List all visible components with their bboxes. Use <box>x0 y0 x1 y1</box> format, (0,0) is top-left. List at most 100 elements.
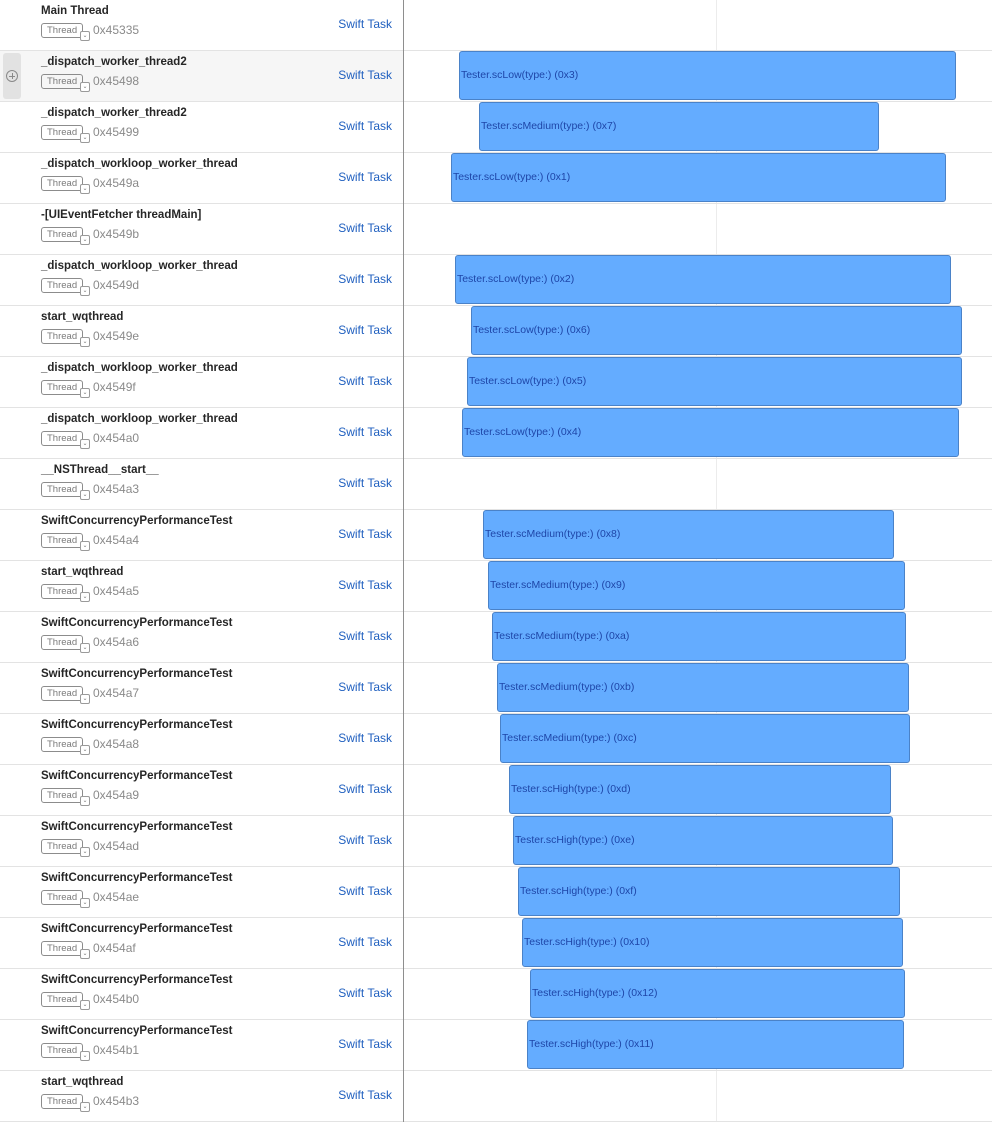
task-interval-bar[interactable]: Tester.scHigh(type:) (0x11) <box>527 1020 904 1069</box>
swift-task-link[interactable]: Swift Task <box>338 527 392 541</box>
thread-type-badge[interactable]: Thread <box>41 839 84 854</box>
swift-task-link[interactable]: Swift Task <box>338 221 392 235</box>
swift-task-link[interactable]: Swift Task <box>338 1037 392 1051</box>
thread-row[interactable]: SwiftConcurrencyPerformanceTest Thread ⌄… <box>0 867 992 918</box>
task-interval-bar[interactable]: Tester.scLow(type:) (0x6) <box>470 306 962 355</box>
chevron-down-icon[interactable]: ⌄ <box>80 235 90 245</box>
task-interval-bar[interactable]: Tester.scHigh(type:) (0x12) <box>530 969 905 1018</box>
thread-row[interactable]: -[UIEventFetcher threadMain] Thread ⌄ 0x… <box>0 204 992 255</box>
thread-row[interactable]: start_wqthread Thread ⌄ 0x454a5 Swift Ta… <box>0 561 992 612</box>
chevron-down-icon[interactable]: ⌄ <box>80 184 90 194</box>
chevron-down-icon[interactable]: ⌄ <box>80 949 90 959</box>
chevron-down-icon[interactable]: ⌄ <box>80 694 90 704</box>
thread-row[interactable]: SwiftConcurrencyPerformanceTest Thread ⌄… <box>0 1020 992 1071</box>
chevron-down-icon[interactable]: ⌄ <box>80 82 90 92</box>
swift-task-link[interactable]: Swift Task <box>338 629 392 643</box>
swift-task-link[interactable]: Swift Task <box>338 119 392 133</box>
swift-task-link[interactable]: Swift Task <box>338 986 392 1000</box>
thread-type-badge[interactable]: Thread <box>41 533 84 548</box>
thread-row[interactable]: _dispatch_workloop_worker_thread Thread … <box>0 357 992 408</box>
thread-row[interactable]: _dispatch_workloop_worker_thread Thread … <box>0 153 992 204</box>
swift-task-link[interactable]: Swift Task <box>338 476 392 490</box>
thread-row[interactable]: SwiftConcurrencyPerformanceTest Thread ⌄… <box>0 714 992 765</box>
swift-task-link[interactable]: Swift Task <box>338 17 392 31</box>
swift-task-link[interactable]: Swift Task <box>338 833 392 847</box>
thread-type-badge[interactable]: Thread <box>41 23 84 38</box>
task-interval-bar[interactable]: Tester.scHigh(type:) (0xf) <box>518 867 900 916</box>
task-interval-bar[interactable]: Tester.scMedium(type:) (0xb) <box>497 663 909 712</box>
add-track-button[interactable] <box>3 53 21 99</box>
task-interval-bar[interactable]: Tester.scMedium(type:) (0x7) <box>479 102 879 151</box>
thread-type-badge[interactable]: Thread <box>41 482 84 497</box>
thread-type-badge[interactable]: Thread <box>41 584 84 599</box>
thread-type-badge[interactable]: Thread <box>41 788 84 803</box>
thread-row[interactable]: SwiftConcurrencyPerformanceTest Thread ⌄… <box>0 510 992 561</box>
swift-task-link[interactable]: Swift Task <box>338 884 392 898</box>
task-interval-bar[interactable]: Tester.scMedium(type:) (0xc) <box>500 714 910 763</box>
thread-row[interactable]: _dispatch_worker_thread2 Thread ⌄ 0x4549… <box>0 51 992 102</box>
thread-type-badge[interactable]: Thread <box>41 176 84 191</box>
chevron-down-icon[interactable]: ⌄ <box>80 898 90 908</box>
task-interval-bar[interactable]: Tester.scHigh(type:) (0xd) <box>509 765 891 814</box>
thread-type-badge[interactable]: Thread <box>41 1043 84 1058</box>
chevron-down-icon[interactable]: ⌄ <box>80 1051 90 1061</box>
chevron-down-icon[interactable]: ⌄ <box>80 643 90 653</box>
task-interval-bar[interactable]: Tester.scMedium(type:) (0x9) <box>488 561 905 610</box>
thread-type-badge[interactable]: Thread <box>41 125 84 140</box>
thread-type-badge[interactable]: Thread <box>41 941 84 956</box>
swift-task-link[interactable]: Swift Task <box>338 170 392 184</box>
thread-row[interactable]: SwiftConcurrencyPerformanceTest Thread ⌄… <box>0 612 992 663</box>
thread-row[interactable]: Main Thread Thread ⌄ 0x45335 Swift Task <box>0 0 992 51</box>
pane-divider[interactable] <box>403 0 404 1122</box>
task-interval-bar[interactable]: Tester.scHigh(type:) (0x10) <box>522 918 903 967</box>
chevron-down-icon[interactable]: ⌄ <box>80 1102 90 1112</box>
thread-type-badge[interactable]: Thread <box>41 74 84 89</box>
chevron-down-icon[interactable]: ⌄ <box>80 133 90 143</box>
chevron-down-icon[interactable]: ⌄ <box>80 286 90 296</box>
chevron-down-icon[interactable]: ⌄ <box>80 1000 90 1010</box>
thread-type-badge[interactable]: Thread <box>41 686 84 701</box>
swift-task-link[interactable]: Swift Task <box>338 374 392 388</box>
thread-type-badge[interactable]: Thread <box>41 278 84 293</box>
task-interval-bar[interactable]: Tester.scLow(type:) (0x3) <box>458 51 957 100</box>
thread-type-badge[interactable]: Thread <box>41 737 84 752</box>
thread-type-badge[interactable]: Thread <box>41 1094 84 1109</box>
swift-task-link[interactable]: Swift Task <box>338 782 392 796</box>
chevron-down-icon[interactable]: ⌄ <box>80 847 90 857</box>
chevron-down-icon[interactable]: ⌄ <box>80 745 90 755</box>
thread-type-badge[interactable]: Thread <box>41 380 84 395</box>
thread-row[interactable]: _dispatch_worker_thread2 Thread ⌄ 0x4549… <box>0 102 992 153</box>
thread-row[interactable]: SwiftConcurrencyPerformanceTest Thread ⌄… <box>0 663 992 714</box>
task-interval-bar[interactable]: Tester.scLow(type:) (0x4) <box>461 408 959 457</box>
swift-task-link[interactable]: Swift Task <box>338 935 392 949</box>
thread-row[interactable]: start_wqthread Thread ⌄ 0x4549e Swift Ta… <box>0 306 992 357</box>
swift-task-link[interactable]: Swift Task <box>338 578 392 592</box>
thread-row[interactable]: start_wqthread Thread ⌄ 0x454b3 Swift Ta… <box>0 1071 992 1122</box>
thread-row[interactable]: __NSThread__start__ Thread ⌄ 0x454a3 Swi… <box>0 459 992 510</box>
chevron-down-icon[interactable]: ⌄ <box>80 439 90 449</box>
thread-type-badge[interactable]: Thread <box>41 890 84 905</box>
thread-row[interactable]: SwiftConcurrencyPerformanceTest Thread ⌄… <box>0 816 992 867</box>
task-interval-bar[interactable]: Tester.scMedium(type:) (0x8) <box>483 510 894 559</box>
chevron-down-icon[interactable]: ⌄ <box>80 31 90 41</box>
thread-type-badge[interactable]: Thread <box>41 635 84 650</box>
task-interval-bar[interactable]: Tester.scLow(type:) (0x2) <box>454 255 951 304</box>
task-interval-bar[interactable]: Tester.scLow(type:) (0x1) <box>450 153 946 202</box>
thread-row[interactable]: SwiftConcurrencyPerformanceTest Thread ⌄… <box>0 969 992 1020</box>
task-interval-bar[interactable]: Tester.scLow(type:) (0x5) <box>466 357 962 406</box>
chevron-down-icon[interactable]: ⌄ <box>80 592 90 602</box>
thread-type-badge[interactable]: Thread <box>41 227 84 242</box>
thread-row[interactable]: SwiftConcurrencyPerformanceTest Thread ⌄… <box>0 765 992 816</box>
swift-task-link[interactable]: Swift Task <box>338 680 392 694</box>
thread-row[interactable]: _dispatch_workloop_worker_thread Thread … <box>0 408 992 459</box>
swift-task-link[interactable]: Swift Task <box>338 731 392 745</box>
thread-type-badge[interactable]: Thread <box>41 329 84 344</box>
thread-row[interactable]: _dispatch_workloop_worker_thread Thread … <box>0 255 992 306</box>
swift-task-link[interactable]: Swift Task <box>338 323 392 337</box>
chevron-down-icon[interactable]: ⌄ <box>80 388 90 398</box>
chevron-down-icon[interactable]: ⌄ <box>80 796 90 806</box>
swift-task-link[interactable]: Swift Task <box>338 1088 392 1102</box>
swift-task-link[interactable]: Swift Task <box>338 425 392 439</box>
chevron-down-icon[interactable]: ⌄ <box>80 490 90 500</box>
task-interval-bar[interactable]: Tester.scMedium(type:) (0xa) <box>492 612 906 661</box>
